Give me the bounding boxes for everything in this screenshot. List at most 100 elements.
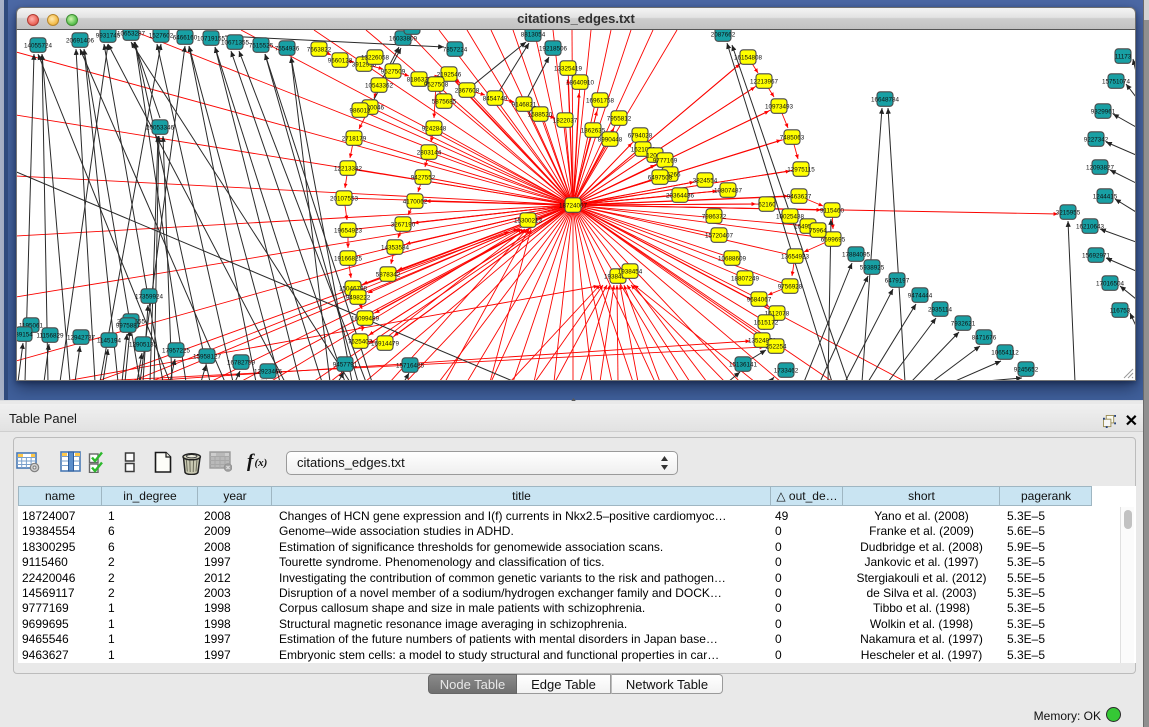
svg-text:15716485: 15716485 <box>396 362 425 369</box>
svg-text:9498222: 9498222 <box>346 294 371 301</box>
svg-text:7955812: 7955812 <box>607 115 632 122</box>
svg-text:1145194: 1145194 <box>97 337 122 344</box>
svg-text:7625402: 7625402 <box>348 338 373 345</box>
svg-text:20107553: 20107553 <box>330 195 359 202</box>
svg-text:13325419: 13325419 <box>554 65 583 72</box>
svg-text:18807249: 18807249 <box>731 275 760 282</box>
svg-text:1822037: 1822037 <box>553 117 578 124</box>
svg-text:16961758: 16961758 <box>586 97 615 104</box>
svg-text:6479197: 6479197 <box>885 277 910 284</box>
svg-text:16099489: 16099489 <box>351 315 380 322</box>
svg-text:12923466: 12923466 <box>254 368 283 375</box>
svg-text:9777169: 9777169 <box>653 157 678 164</box>
svg-text:10688609: 10688609 <box>718 255 747 262</box>
svg-text:18640910: 18640910 <box>566 79 595 86</box>
svg-text:(x): (x) <box>255 457 268 469</box>
svg-text:7554936: 7554936 <box>275 45 300 52</box>
svg-text:16914479: 16914479 <box>371 340 400 347</box>
svg-text:16033809: 16033809 <box>389 35 418 42</box>
svg-text:9684067: 9684067 <box>747 296 772 303</box>
svg-text:11173: 11173 <box>1115 53 1132 60</box>
svg-text:75964: 75964 <box>809 227 827 234</box>
svg-text:1615172: 1615172 <box>754 319 779 326</box>
svg-text:16782759: 16782759 <box>227 359 256 366</box>
svg-text:10025438: 10025438 <box>776 213 805 220</box>
svg-text:9527508: 9527508 <box>424 81 449 88</box>
svg-text:7932621: 7932621 <box>951 320 976 327</box>
svg-text:14353584: 14353584 <box>381 244 410 251</box>
svg-text:10973493: 10973493 <box>765 103 794 110</box>
svg-text:17359924: 17359924 <box>135 293 164 300</box>
svg-text:9756928: 9756928 <box>778 283 803 290</box>
svg-text:15300213: 15300213 <box>514 217 543 224</box>
svg-text:986013: 986013 <box>349 107 371 114</box>
svg-text:4170062: 4170062 <box>403 198 428 205</box>
svg-text:13226058: 13226058 <box>361 54 390 61</box>
svg-text:12975115: 12975115 <box>787 166 815 173</box>
svg-text:15958127: 15958127 <box>193 353 222 360</box>
svg-text:15692971: 15692971 <box>1082 252 1111 259</box>
svg-text:62160: 62160 <box>758 201 776 208</box>
svg-text:19218506: 19218506 <box>539 45 568 52</box>
svg-text:17016504: 17016504 <box>1096 280 1125 287</box>
svg-text:6466160: 6466160 <box>173 34 198 41</box>
svg-text:1588520: 1588520 <box>528 111 553 118</box>
svg-text:10807487: 10807487 <box>714 187 743 194</box>
svg-text:2803144: 2803144 <box>417 149 442 156</box>
svg-text:20053346: 20053346 <box>146 124 175 131</box>
svg-text:1938454: 1938454 <box>618 268 643 275</box>
svg-text:16210643: 16210643 <box>1076 223 1105 230</box>
svg-text:12213382: 12213382 <box>334 165 363 172</box>
svg-text:17884095: 17884095 <box>842 251 871 258</box>
svg-text:8990448: 8990448 <box>598 136 623 143</box>
svg-text:19887312: 19887312 <box>398 30 427 31</box>
svg-text:1244415: 1244415 <box>1093 193 1118 200</box>
svg-text:10543362: 10543362 <box>365 82 394 89</box>
svg-text:1733462: 1733462 <box>774 367 799 374</box>
svg-text:6497508: 6497508 <box>648 174 673 181</box>
svg-text:5938925: 5938925 <box>860 264 885 271</box>
svg-text:11156829: 11156829 <box>36 332 64 339</box>
svg-text:14055724: 14055724 <box>24 42 53 49</box>
svg-text:16648784: 16648784 <box>871 96 900 103</box>
svg-text:10671355: 10671355 <box>221 39 250 46</box>
svg-text:9427552: 9427552 <box>411 174 436 181</box>
svg-text:3215955: 3215955 <box>1056 209 1081 216</box>
svg-text:18724007: 18724007 <box>559 202 588 209</box>
svg-text:3824554: 3824554 <box>693 177 718 184</box>
svg-text:2718179: 2718179 <box>342 135 367 142</box>
svg-text:10653287: 10653287 <box>117 30 146 37</box>
svg-text:13654923: 13654923 <box>781 253 810 260</box>
svg-text:2367608: 2367608 <box>455 87 480 94</box>
svg-text:7515525: 7515525 <box>249 42 274 49</box>
svg-text:15751074: 15751074 <box>1102 78 1131 85</box>
svg-text:7857224: 7857224 <box>443 46 468 53</box>
svg-text:5875685: 5875685 <box>432 98 457 105</box>
svg-text:1527602: 1527602 <box>149 32 174 39</box>
svg-text:12093827: 12093827 <box>1086 164 1115 171</box>
svg-text:20364436: 20364436 <box>666 192 695 199</box>
svg-text:12905135: 12905135 <box>129 341 158 348</box>
svg-text:7986372: 7986372 <box>702 213 727 220</box>
svg-text:20691406: 20691406 <box>66 37 95 44</box>
svg-text:9115460: 9115460 <box>820 207 845 214</box>
svg-text:10654112: 10654112 <box>991 349 1019 356</box>
svg-text:9975887: 9975887 <box>116 322 141 329</box>
svg-text:12942737: 12942737 <box>67 334 96 341</box>
svg-text:17957225: 17957225 <box>162 347 191 354</box>
svg-text:15136141: 15136141 <box>729 361 758 368</box>
svg-text:8813054: 8813054 <box>521 31 546 38</box>
svg-text:6794028: 6794028 <box>628 132 653 139</box>
svg-text:116753: 116753 <box>1110 307 1131 314</box>
svg-text:9329961: 9329961 <box>1091 108 1116 115</box>
svg-text:9660128: 9660128 <box>328 57 353 64</box>
svg-text:15720407: 15720407 <box>705 232 734 239</box>
svg-text:7663822: 7663822 <box>307 46 332 53</box>
svg-text:39154: 39154 <box>16 331 33 338</box>
svg-text:9245652: 9245652 <box>1014 366 1039 373</box>
svg-text:2935114: 2935114 <box>928 306 953 313</box>
svg-text:9463627: 9463627 <box>787 193 812 200</box>
svg-text:2087662: 2087662 <box>711 31 736 38</box>
svg-text:12213967: 12213967 <box>750 78 779 85</box>
svg-text:8471676: 8471676 <box>972 334 997 341</box>
